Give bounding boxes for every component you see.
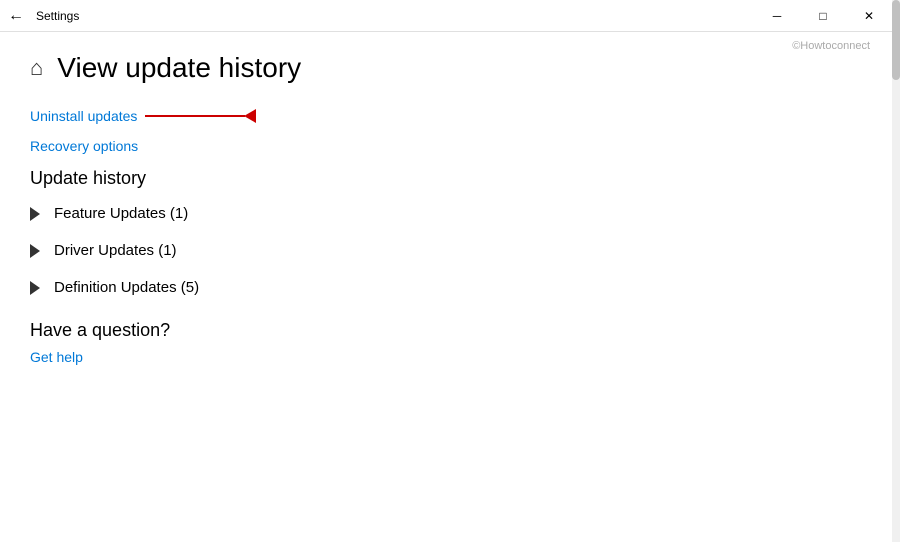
chevron-right-icon [30,207,40,221]
driver-updates-item[interactable]: Driver Updates (1) [30,242,870,259]
feature-updates-label: Feature Updates (1) [54,205,188,222]
question-heading: Have a question? [30,320,870,341]
scrollbar[interactable] [892,0,900,542]
home-icon: ⌂ [30,55,43,81]
recovery-options-link[interactable]: Recovery options [30,138,870,154]
back-button[interactable]: ← [8,7,24,25]
page-title: View update history [57,52,301,84]
title-bar-title: Settings [36,9,79,23]
uninstall-updates-link[interactable]: Uninstall updates [30,108,137,124]
update-history-heading: Update history [30,168,870,189]
arrow-line [145,115,245,117]
question-section: Have a question? Get help [30,320,870,365]
maximize-button[interactable]: □ [800,0,846,32]
title-bar-controls: ─ □ ✕ [754,0,892,32]
feature-updates-item[interactable]: Feature Updates (1) [30,205,870,222]
chevron-right-icon [30,281,40,295]
arrow-annotation [145,109,256,123]
get-help-link[interactable]: Get help [30,349,870,365]
driver-updates-label: Driver Updates (1) [54,242,177,259]
content-area: ©Howtoconnect ⌂ View update history Unin… [0,32,900,399]
page-header: ⌂ View update history [30,52,870,84]
uninstall-row: Uninstall updates [30,108,870,124]
title-bar-left: ← Settings [8,7,79,25]
definition-updates-label: Definition Updates (5) [54,279,199,296]
close-button[interactable]: ✕ [846,0,892,32]
chevron-right-icon [30,244,40,258]
minimize-button[interactable]: ─ [754,0,800,32]
watermark: ©Howtoconnect [792,40,870,52]
arrow-head [244,109,256,123]
title-bar: ← Settings ─ □ ✕ [0,0,900,32]
definition-updates-item[interactable]: Definition Updates (5) [30,279,870,296]
scrollbar-thumb[interactable] [892,0,900,80]
